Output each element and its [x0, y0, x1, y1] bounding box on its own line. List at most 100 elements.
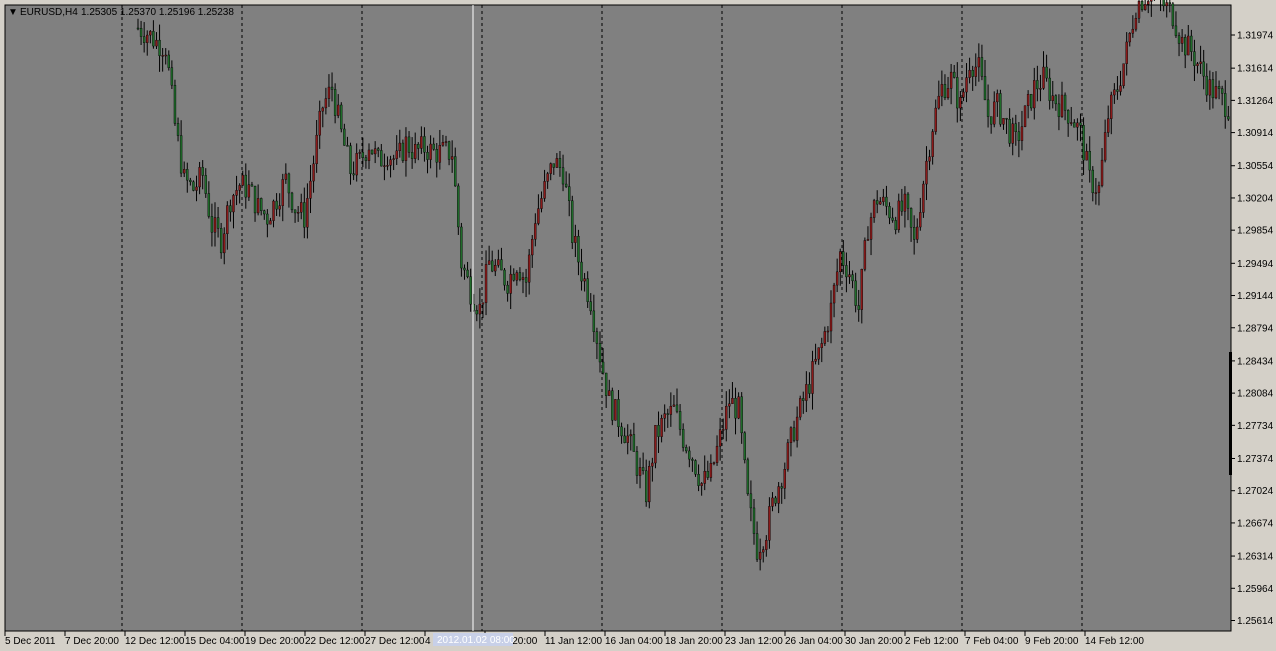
candle-body — [149, 31, 152, 36]
candle-body — [965, 77, 968, 93]
candle-body — [651, 462, 654, 467]
candle-body — [1033, 80, 1036, 109]
candle-body — [1224, 93, 1227, 117]
candle-body — [515, 272, 519, 281]
candle-body — [1171, 3, 1175, 27]
candle-body — [675, 404, 679, 412]
candle-body — [916, 226, 919, 240]
candle-body — [229, 205, 232, 213]
candle-body — [527, 254, 531, 283]
candle-body — [469, 276, 472, 305]
candle-body — [986, 99, 990, 117]
candle-body — [731, 398, 734, 404]
candle-body — [577, 236, 580, 263]
price-tick-label: 1.29854 — [1237, 226, 1274, 237]
candle-body — [854, 280, 857, 306]
candle-body — [1097, 185, 1101, 193]
candle-body — [706, 471, 709, 478]
candle-body — [1070, 122, 1073, 124]
candle-body — [447, 141, 451, 160]
candle-body — [524, 277, 528, 283]
candle-body — [1217, 86, 1221, 89]
candle-body — [1125, 41, 1128, 64]
candle-body — [996, 93, 999, 103]
candle-body — [993, 101, 996, 125]
candle-body — [722, 429, 725, 431]
candle-body — [694, 460, 697, 475]
candle-body — [432, 143, 435, 150]
candle-body — [466, 269, 469, 277]
candle-body — [420, 136, 423, 149]
candle-body — [352, 173, 355, 176]
candle-body — [734, 398, 737, 419]
candle-body — [256, 198, 260, 214]
candle-body — [580, 261, 583, 282]
candle-body — [146, 34, 149, 43]
candle-body — [1165, 2, 1168, 7]
candle-body — [1134, 18, 1138, 30]
candle-body — [802, 398, 805, 401]
candle-body — [774, 497, 777, 504]
candle-body — [589, 301, 592, 312]
candle-body — [568, 186, 571, 201]
candle-body — [737, 396, 740, 419]
candle-body — [860, 269, 863, 310]
header-collapse-icon[interactable]: ▼ — [8, 7, 18, 18]
candle-body — [678, 411, 682, 430]
candle-body — [232, 195, 235, 213]
price-tick-label: 1.29144 — [1237, 291, 1274, 302]
candle-body — [1162, 0, 1165, 7]
candle-body — [826, 330, 830, 333]
candle-body — [740, 396, 743, 434]
candle-body — [429, 143, 432, 160]
candle-body — [752, 507, 756, 534]
candle-body — [380, 150, 383, 167]
candle-body — [561, 167, 565, 185]
candle-body — [999, 93, 1002, 125]
candle-body — [956, 77, 959, 109]
candle-body — [164, 54, 167, 57]
candle-body — [244, 174, 248, 198]
time-tick-label: 19 Dec 20:00 — [245, 636, 305, 647]
candle-body — [795, 416, 799, 441]
candle-body — [946, 88, 950, 99]
candle-body — [296, 212, 300, 214]
candle-body — [906, 193, 910, 209]
candle-body — [1066, 110, 1070, 124]
candle-body — [1036, 80, 1039, 90]
candle-body — [845, 265, 848, 278]
price-chart[interactable]: 1.31974 1.31614 1.31264 1.30914 1.30554 1.302… — [0, 0, 1276, 651]
candle-body — [817, 347, 820, 360]
candle-body — [943, 84, 947, 99]
candle-body — [1113, 89, 1116, 96]
candle-body — [808, 384, 811, 394]
candle-body — [1060, 94, 1064, 117]
candle-body — [900, 200, 904, 212]
candle-body — [290, 192, 294, 211]
candle-body — [1128, 33, 1131, 43]
candle-body — [771, 497, 774, 507]
candle-body — [912, 227, 916, 240]
candle-body — [712, 462, 716, 464]
candle-body — [201, 167, 204, 176]
candle-body — [383, 165, 386, 167]
price-tick-label: 1.28084 — [1237, 389, 1274, 400]
plot-area[interactable] — [4, 4, 1232, 632]
candle-body — [848, 274, 851, 278]
candle-body — [158, 39, 161, 56]
candle-body — [176, 123, 180, 136]
candle-body — [460, 226, 463, 269]
candle-body — [364, 157, 368, 161]
candle-body — [632, 434, 636, 452]
candle-body — [629, 434, 632, 437]
candle-body — [500, 259, 503, 271]
candle-body — [275, 200, 278, 210]
candle-body — [657, 425, 660, 437]
candle-body — [718, 429, 722, 447]
candle-body — [1196, 63, 1199, 66]
candle-body — [691, 458, 694, 461]
candle-body — [869, 217, 873, 240]
candle-body — [765, 540, 768, 550]
candle-body — [315, 134, 318, 165]
candle-body — [142, 36, 146, 43]
